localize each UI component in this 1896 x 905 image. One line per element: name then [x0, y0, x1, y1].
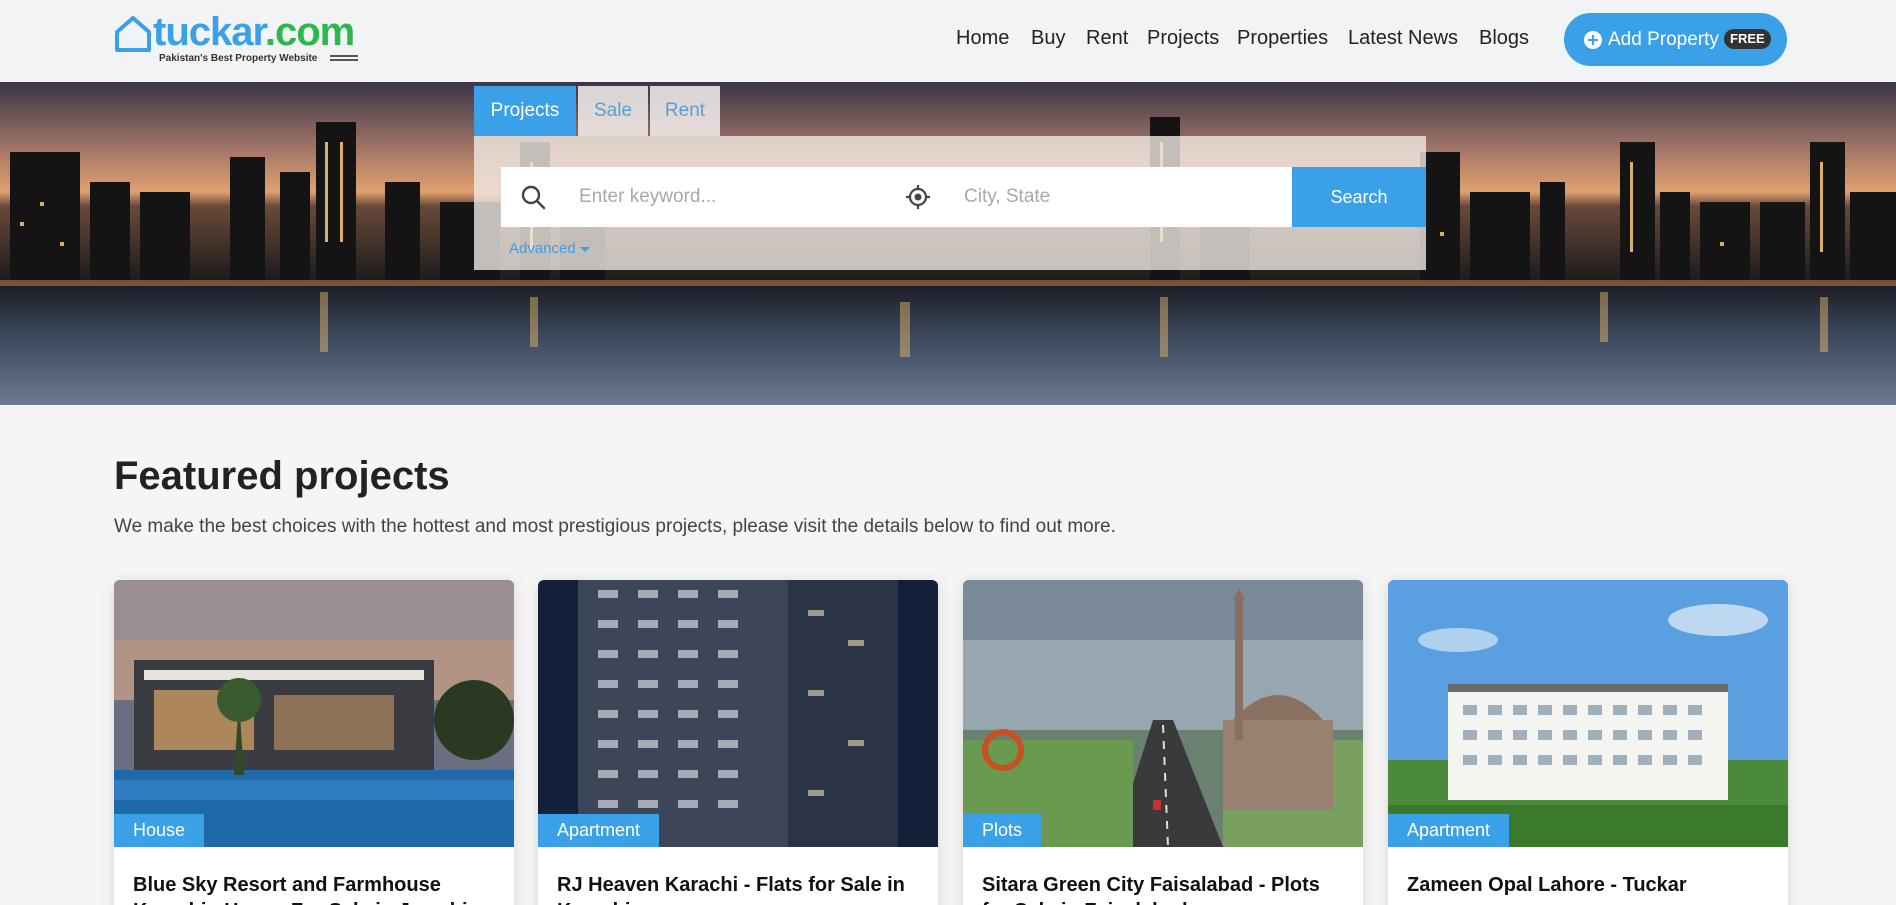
featured-title: Featured projects — [114, 454, 450, 498]
nav-home[interactable]: Home — [956, 24, 1009, 52]
site-header: tuckar.com Pakistan's Best Property Webs… — [0, 0, 1896, 82]
logo-name: tuckar — [153, 10, 266, 54]
nav-properties[interactable]: Properties — [1237, 24, 1328, 52]
add-property-label: Add Property — [1608, 29, 1719, 50]
logo-lines-icon — [330, 55, 358, 63]
city-input[interactable] — [946, 167, 1246, 227]
search-panel: Search Advanced — [474, 136, 1426, 270]
property-type-badge: Plots — [963, 814, 1042, 847]
logo-domain: .com — [264, 10, 355, 54]
property-type-badge: House — [114, 814, 205, 847]
project-title[interactable]: Zameen Opal Lahore - Tuckar — [1407, 872, 1777, 898]
tab-sale[interactable]: Sale — [578, 86, 648, 136]
tab-projects[interactable]: Projects — [474, 86, 576, 136]
project-card[interactable]: Apartment RJ Heaven Karachi - Flats for … — [538, 580, 938, 905]
project-image[interactable] — [1388, 580, 1788, 847]
add-property-button[interactable]: Add Property FREE — [1564, 13, 1787, 66]
project-image[interactable] — [538, 580, 938, 847]
advanced-label: Advanced — [509, 240, 576, 257]
locate-icon[interactable] — [905, 184, 931, 210]
project-title[interactable]: RJ Heaven Karachi - Flats for Sale in Ka… — [557, 872, 927, 905]
nav-buy[interactable]: Buy — [1031, 24, 1065, 52]
logo-tagline: Pakistan's Best Property Website — [159, 53, 318, 64]
featured-subtitle: We make the best choices with the hottes… — [114, 516, 1116, 537]
caret-down-icon — [579, 246, 590, 252]
nav-projects[interactable]: Projects — [1147, 24, 1219, 52]
keyword-input[interactable] — [561, 167, 861, 227]
plus-circle-icon — [1584, 31, 1602, 49]
nav-latest-news[interactable]: Latest News — [1348, 24, 1458, 52]
house-logo-icon — [115, 16, 151, 52]
search-button[interactable]: Search — [1292, 167, 1426, 227]
project-image[interactable] — [114, 580, 514, 847]
logo-wordmark: tuckar.com — [153, 10, 355, 54]
project-card[interactable]: House Blue Sky Resort and Farmhouse Kara… — [114, 580, 514, 905]
search-box: Search — [501, 167, 1426, 227]
advanced-search-toggle[interactable]: Advanced — [509, 240, 590, 257]
project-title[interactable]: Blue Sky Resort and Farmhouse Karachi - … — [133, 872, 503, 905]
project-card[interactable]: Plots Sitara Green City Faisalabad - Plo… — [963, 580, 1363, 905]
property-type-badge: Apartment — [538, 814, 660, 847]
nav-blogs[interactable]: Blogs — [1479, 24, 1529, 52]
search-icon — [521, 185, 546, 210]
property-type-badge: Apartment — [1388, 814, 1510, 847]
logo[interactable]: tuckar.com Pakistan's Best Property Webs… — [113, 10, 363, 70]
project-card[interactable]: Apartment Zameen Opal Lahore - Tuckar — [1388, 580, 1788, 905]
tab-rent[interactable]: Rent — [650, 86, 720, 136]
free-badge: FREE — [1724, 29, 1771, 49]
project-title[interactable]: Sitara Green City Faisalabad - Plots for… — [982, 872, 1352, 905]
project-image[interactable] — [963, 580, 1363, 847]
nav-rent[interactable]: Rent — [1086, 24, 1128, 52]
